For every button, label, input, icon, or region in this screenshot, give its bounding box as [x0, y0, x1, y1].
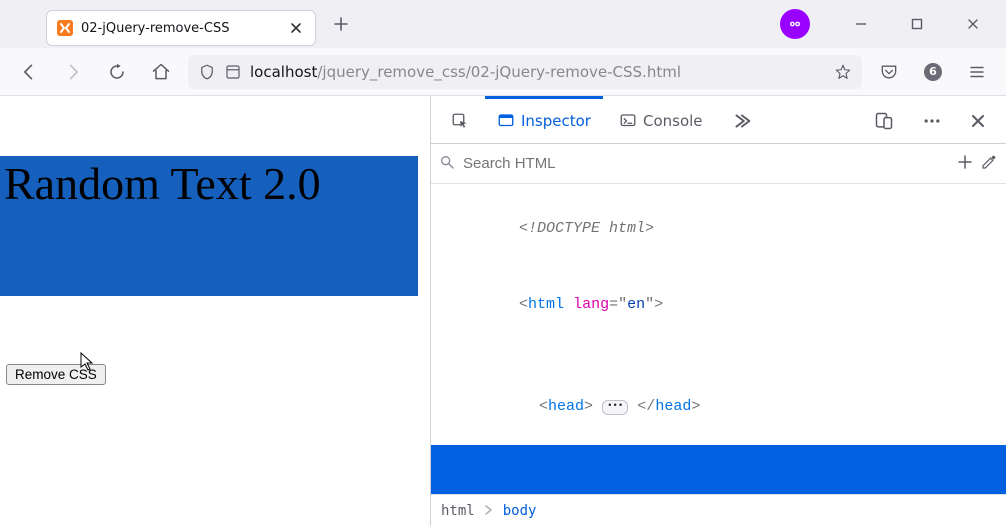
home-button[interactable] [144, 55, 178, 89]
tracker-count-badge[interactable]: 6 [916, 55, 950, 89]
url-text: localhost/jquery_remove_css/02-jQuery-re… [250, 63, 826, 81]
random-text-paragraph: Random Text 2.0 [0, 156, 418, 296]
extension-icon[interactable] [780, 9, 810, 39]
meatball-menu-button[interactable] [910, 96, 954, 143]
url-bar[interactable]: localhost/jquery_remove_css/02-jQuery-re… [188, 55, 862, 89]
tab-close-button[interactable] [287, 19, 305, 37]
remove-css-button[interactable]: Remove CSS [6, 364, 106, 385]
eyedropper-button[interactable] [980, 153, 998, 175]
crumb-body[interactable]: body [503, 503, 537, 519]
crumb-html[interactable]: html [441, 503, 475, 519]
window-minimize-button[interactable] [838, 9, 884, 39]
app-menu-button[interactable] [960, 55, 994, 89]
markup-view[interactable]: <!DOCTYPE html> <html lang="en"> <head> … [431, 184, 1006, 494]
devtools-search-bar [431, 144, 1006, 184]
url-path: /jquery_remove_css/02-jQuery-remove-CSS.… [317, 63, 681, 81]
tab-inspector-label: Inspector [521, 112, 591, 130]
bookmark-star-icon[interactable] [834, 63, 852, 81]
page-viewport: Random Text 2.0 Remove CSS [0, 96, 430, 526]
browser-titlebar: 02-jQuery-remove-CSS [0, 0, 1006, 48]
tab-console-label: Console [643, 112, 703, 130]
tab-console[interactable]: Console [607, 96, 715, 143]
shield-icon[interactable] [198, 63, 216, 81]
back-button[interactable] [12, 55, 46, 89]
search-icon [439, 154, 455, 174]
element-picker-button[interactable] [439, 96, 481, 143]
devtools-panel: Inspector Console [430, 96, 1006, 526]
window-controls [780, 9, 1000, 39]
responsive-mode-button[interactable] [862, 96, 906, 143]
breadcrumbs: html body [431, 494, 1006, 526]
window-maximize-button[interactable] [894, 9, 940, 39]
forward-button[interactable] [56, 55, 90, 89]
tabs-overflow-button[interactable] [719, 96, 765, 143]
markup-head[interactable]: <head> ••• </head> [431, 343, 1006, 445]
browser-tab[interactable]: 02-jQuery-remove-CSS [46, 10, 316, 46]
add-node-button[interactable] [956, 153, 974, 175]
pocket-icon[interactable] [872, 55, 906, 89]
url-host: localhost [250, 63, 317, 81]
browser-toolbar: localhost/jquery_remove_css/02-jQuery-re… [0, 48, 1006, 96]
window-close-button[interactable] [950, 9, 996, 39]
tab-inspector[interactable]: Inspector [485, 96, 603, 143]
reload-button[interactable] [100, 55, 134, 89]
tab-title: 02-jQuery-remove-CSS [81, 21, 279, 36]
content-area: Random Text 2.0 Remove CSS Inspector Con… [0, 96, 1006, 526]
markup-body-open[interactable]: <body> [431, 445, 1006, 494]
ellipsis-icon[interactable]: ••• [602, 400, 628, 415]
chevron-right-icon [485, 503, 493, 519]
markup-html-open[interactable]: <html lang="en"> [431, 267, 1006, 344]
new-tab-button[interactable] [326, 9, 356, 39]
devtools-tabbar: Inspector Console [431, 96, 1006, 144]
devtools-close-button[interactable] [958, 96, 998, 143]
xampp-icon [57, 20, 73, 36]
site-info-icon[interactable] [224, 63, 242, 81]
tracker-count: 6 [924, 63, 942, 81]
markup-doctype[interactable]: <!DOCTYPE html> [431, 190, 1006, 267]
search-html-input[interactable] [461, 154, 950, 173]
